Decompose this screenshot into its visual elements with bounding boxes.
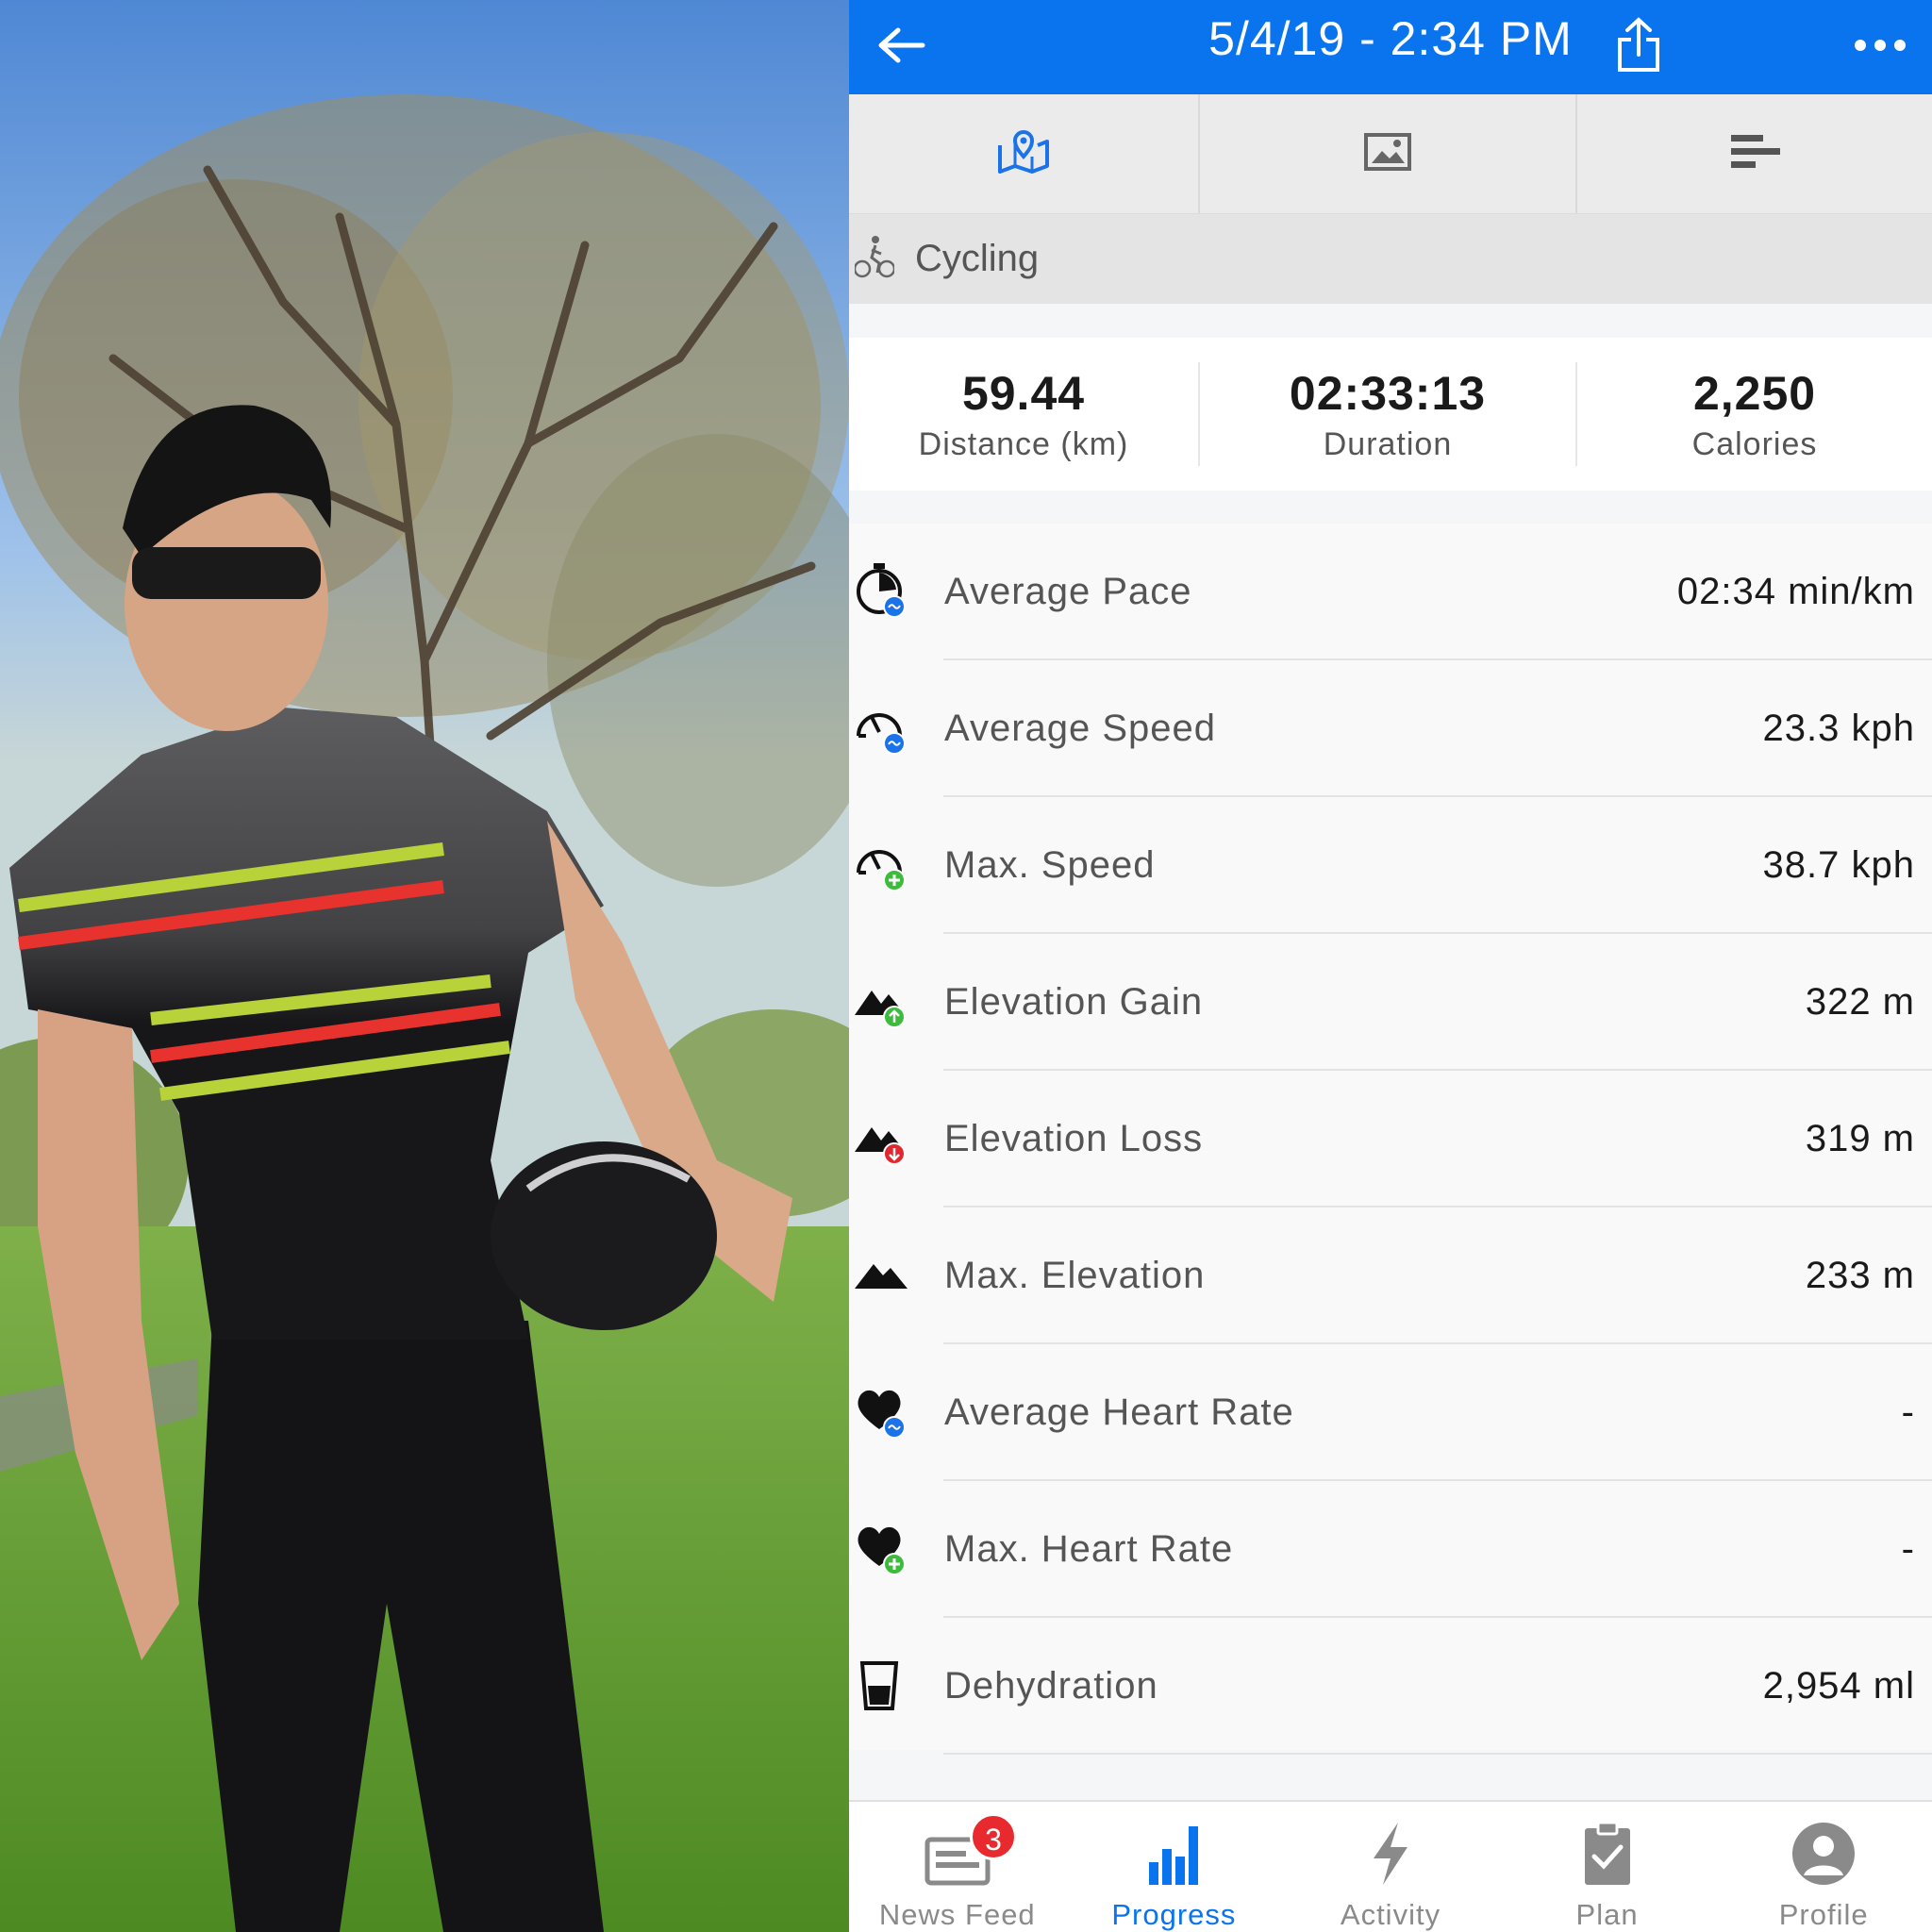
cyclist-photo <box>0 0 849 1932</box>
nav-profile[interactable]: Profile <box>1715 1802 1932 1932</box>
metric-name: Average Pace <box>944 571 1192 612</box>
metric-name: Elevation Loss <box>944 1118 1204 1159</box>
mountain-down-icon <box>853 1108 913 1169</box>
metric-value: 2,954 ml <box>1762 1665 1915 1707</box>
metric-row: Average Pace 02:34 min/km <box>849 524 1932 660</box>
metric-name: Max. Speed <box>944 844 1156 886</box>
metric-value: 23.3 kph <box>1762 708 1915 749</box>
metric-row: Elevation Gain 322 m <box>849 934 1932 1071</box>
metric-row: Max. Speed 38.7 kph <box>849 797 1932 934</box>
more-button[interactable] <box>1828 0 1932 94</box>
activity-detail-screen: 5/4/19 - 2:34 PM Cycling 59.44 Distance … <box>849 0 1932 1932</box>
nav-label: Profile <box>1778 1898 1869 1931</box>
metric-name: Max. Heart Rate <box>944 1528 1234 1570</box>
calories-value: 2,250 <box>1692 366 1817 420</box>
activity-datetime-title: 5/4/19 - 2:34 PM <box>1208 12 1573 65</box>
image-icon <box>1363 132 1412 176</box>
duration-label: Duration <box>1323 425 1453 462</box>
progress-chart-icon <box>1147 1821 1200 1887</box>
calories-label: Calories <box>1691 425 1818 462</box>
nav-progress[interactable]: Progress <box>1066 1802 1283 1932</box>
notification-badge: 3 <box>970 1813 1017 1860</box>
top-bar: 5/4/19 - 2:34 PM <box>849 0 1932 94</box>
row-divider <box>943 1753 1932 1755</box>
summary-stats: 59.44 Distance (km) 02:33:13 Duration 2,… <box>849 338 1932 491</box>
mountain-icon <box>853 1245 913 1306</box>
metric-row: Average Heart Rate - <box>849 1344 1932 1481</box>
tab-map[interactable] <box>849 94 1200 213</box>
heart-avg-icon <box>853 1382 913 1442</box>
metric-name: Average Heart Rate <box>944 1391 1294 1433</box>
metric-row: Dehydration 2,954 ml <box>849 1618 1932 1755</box>
metric-row: Max. Heart Rate - <box>849 1481 1932 1618</box>
metric-value: 233 m <box>1805 1255 1915 1296</box>
metric-value: 38.7 kph <box>1762 844 1915 886</box>
metric-name: Elevation Gain <box>944 981 1204 1023</box>
summary-duration: 02:33:13 Duration <box>1200 362 1577 466</box>
nav-label: News Feed <box>878 1898 1036 1931</box>
activity-type-row: Cycling <box>849 214 1932 304</box>
tab-splits[interactable] <box>1577 94 1932 213</box>
nav-label: Progress <box>1111 1898 1237 1931</box>
view-tabs <box>849 94 1932 214</box>
lightning-icon <box>1370 1821 1411 1887</box>
metric-value: 322 m <box>1805 981 1915 1023</box>
metrics-list: Average Pace 02:34 min/km Average Speed … <box>849 524 1932 1755</box>
distance-value: 59.44 <box>961 366 1086 420</box>
metric-name: Dehydration <box>944 1665 1158 1707</box>
nav-label: Activity <box>1340 1898 1441 1931</box>
map-pin-icon <box>996 128 1051 180</box>
share-icon <box>1616 16 1661 78</box>
metric-name: Max. Elevation <box>944 1255 1206 1296</box>
share-button[interactable] <box>1587 0 1690 94</box>
mountain-up-icon <box>853 972 913 1032</box>
duration-value: 02:33:13 <box>1289 366 1487 420</box>
metric-value: - <box>1901 1528 1915 1570</box>
tab-photos[interactable] <box>1200 94 1577 213</box>
bottom-navigation: 3 News Feed Progress Activity Plan Profi… <box>849 1800 1932 1932</box>
speedometer-max-icon <box>853 835 913 895</box>
nav-activity[interactable]: Activity <box>1282 1802 1499 1932</box>
speedometer-avg-icon <box>853 698 913 758</box>
summary-distance: 59.44 Distance (km) <box>849 362 1200 466</box>
metric-row: Elevation Loss 319 m <box>849 1071 1932 1208</box>
metric-row: Average Speed 23.3 kph <box>849 660 1932 797</box>
heart-max-icon <box>853 1519 913 1579</box>
summary-calories: 2,250 Calories <box>1577 362 1932 466</box>
nav-label: Plan <box>1575 1898 1639 1931</box>
more-dots-icon <box>1854 39 1907 57</box>
metric-value: 02:34 min/km <box>1676 571 1915 612</box>
metric-value: - <box>1901 1391 1915 1433</box>
activity-type-label: Cycling <box>915 238 1040 279</box>
metric-value: 319 m <box>1805 1118 1915 1159</box>
metric-row: Max. Elevation 233 m <box>849 1208 1932 1344</box>
cycling-icon <box>853 235 896 283</box>
nav-news-feed[interactable]: 3 News Feed <box>849 1802 1066 1932</box>
distance-label: Distance (km) <box>918 425 1129 462</box>
stopwatch-avg-icon <box>853 561 913 622</box>
bars-icon <box>1729 133 1780 175</box>
clipboard-check-icon <box>1583 1821 1632 1887</box>
profile-icon <box>1790 1821 1857 1887</box>
cup-icon <box>853 1656 913 1716</box>
nav-plan[interactable]: Plan <box>1499 1802 1716 1932</box>
metric-name: Average Speed <box>944 708 1217 749</box>
